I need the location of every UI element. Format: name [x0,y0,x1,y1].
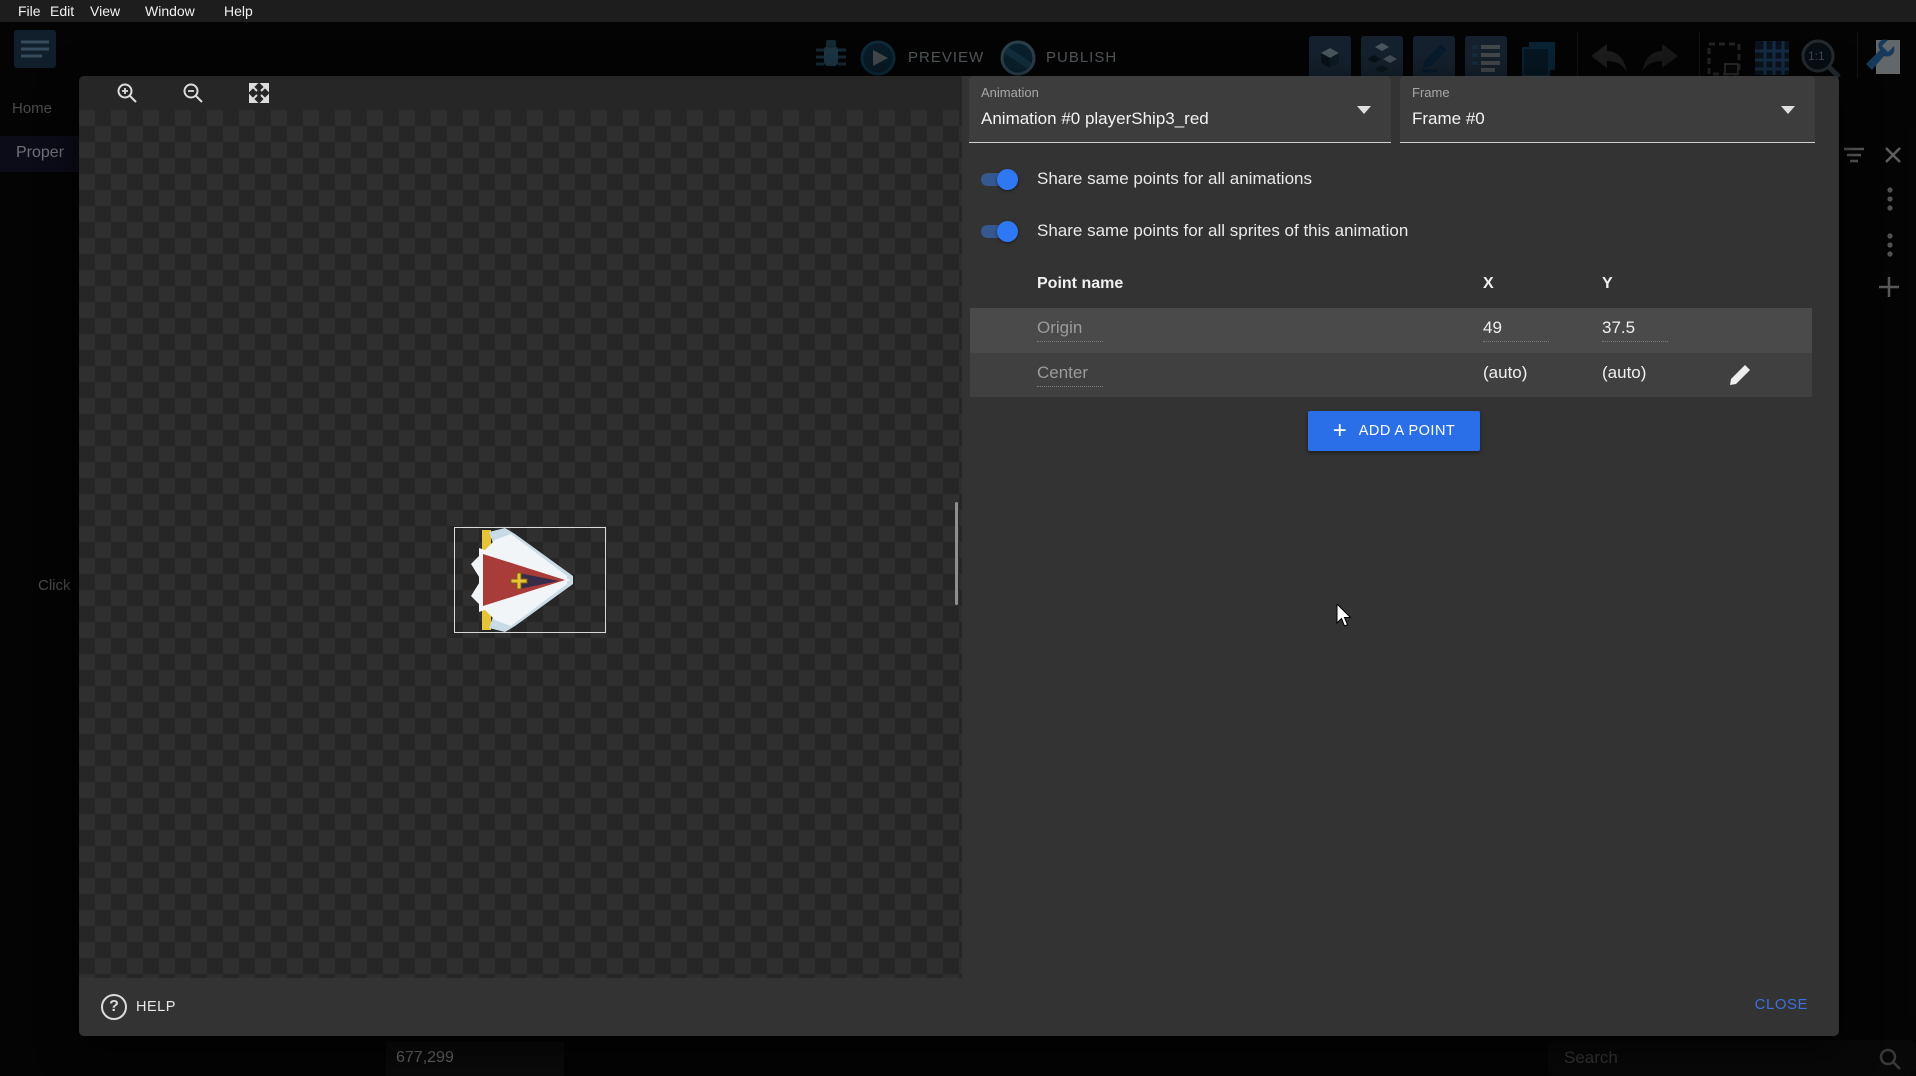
zoom-in-button[interactable] [115,81,139,105]
column-header-x: X [1483,275,1494,293]
add-point-button[interactable]: + ADD A POINT [1308,411,1480,451]
app-window: File Edit View Window Help PREVIEW [0,0,1916,1076]
point-name-cell[interactable]: Center [1037,363,1103,387]
sprite-canvas[interactable] [79,110,962,978]
animation-select-label: Animation [981,85,1039,100]
share-sprites-toggle[interactable] [978,220,1018,242]
sprite-preview-area [79,76,962,978]
share-points-animations-row: Share same points for all animations [978,165,1312,193]
help-label: HELP [136,999,176,1015]
origin-point-marker[interactable] [510,572,528,590]
point-name-cell[interactable]: Origin [1037,318,1103,342]
fit-to-view-button[interactable] [247,81,271,105]
menu-item-file[interactable]: File [18,0,41,22]
toggle-knob [997,169,1018,190]
points-editor-dialog: Animation Animation #0 playerShip3_red F… [79,76,1839,1036]
column-header-y: Y [1602,275,1613,293]
frame-select-value: Frame #0 [1412,109,1485,129]
expand-icon [247,81,271,105]
menu-item-edit[interactable]: Edit [50,0,74,22]
menu-item-view[interactable]: View [90,0,120,22]
points-panel: Animation Animation #0 playerShip3_red F… [962,76,1839,978]
share-sprites-label: Share same points for all sprites of thi… [1037,221,1408,241]
chevron-down-icon [1357,106,1371,114]
help-button[interactable]: ? HELP [101,992,176,1022]
animation-select-value: Animation #0 playerShip3_red [981,109,1209,129]
point-x-cell: (auto) [1483,363,1527,383]
edit-point-button[interactable] [1726,361,1754,389]
menu-item-window[interactable]: Window [145,0,195,22]
add-point-label: ADD A POINT [1359,423,1456,439]
share-points-sprites-row: Share same points for all sprites of thi… [978,217,1408,245]
column-header-point-name: Point name [1037,275,1123,293]
preview-toolbar [79,76,962,110]
point-y-cell: (auto) [1602,363,1646,383]
plus-icon: + [1333,421,1347,441]
animation-select[interactable]: Animation Animation #0 playerShip3_red [969,76,1391,143]
table-row-origin[interactable]: Origin 49 37.5 [970,308,1812,352]
point-x-cell[interactable]: 49 [1483,318,1549,342]
frame-select[interactable]: Frame Frame #0 [1400,76,1815,143]
share-animations-label: Share same points for all animations [1037,169,1312,189]
player-ship-sprite [455,528,605,632]
mouse-cursor [1336,604,1356,628]
pencil-icon [1726,361,1754,389]
sprite-selection-box[interactable] [454,527,606,633]
toggle-knob [997,221,1018,242]
menu-bar: File Edit View Window Help [0,0,1916,22]
frame-select-label: Frame [1412,85,1450,100]
canvas-scrollbar[interactable] [955,502,958,605]
zoom-out-icon [181,81,205,105]
close-button[interactable]: CLOSE [1755,996,1808,1013]
chevron-down-icon [1781,106,1795,114]
zoom-in-icon [115,81,139,105]
menu-item-help[interactable]: Help [224,0,253,22]
dialog-footer: ? HELP CLOSE [79,978,1839,1036]
share-animations-toggle[interactable] [978,168,1018,190]
point-y-cell[interactable]: 37.5 [1602,318,1668,342]
table-row-center[interactable]: Center (auto) (auto) [970,352,1812,397]
help-icon: ? [101,994,127,1020]
zoom-out-button[interactable] [181,81,205,105]
